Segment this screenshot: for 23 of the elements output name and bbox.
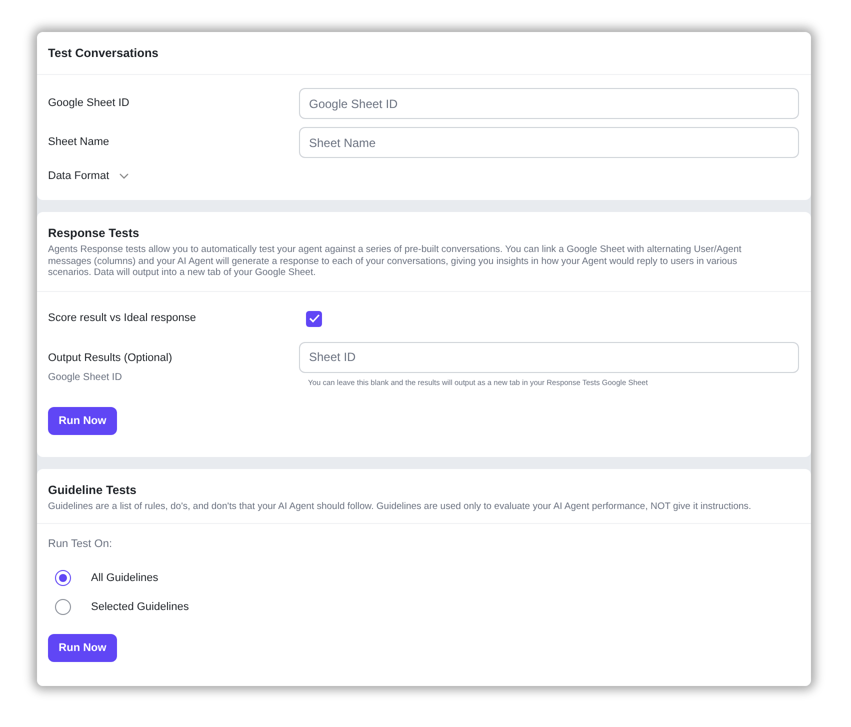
data-format-toggle[interactable]: Data Format: [48, 168, 130, 184]
section-description: Guidelines are a list of rules, do's, and don'ts that your AI Agent should follow. Guidelines are used only to evaluate your AI Agent performance, NOT give it instructions.: [48, 501, 752, 512]
section-title: Test Conversations: [37, 32, 811, 75]
field-label: Score result vs Ideal response: [48, 311, 197, 326]
field-label: Google Sheet ID: [48, 96, 130, 112]
run-now-button[interactable]: Run Now: [48, 406, 117, 435]
checkmark-icon: [308, 314, 320, 323]
field-label: Output Results (Optional): [48, 350, 174, 366]
radio-button[interactable]: [55, 598, 71, 615]
option-label: Selected Guidelines: [91, 600, 189, 614]
checkbox[interactable]: [306, 310, 322, 326]
input-field[interactable]: Sheet Name: [299, 127, 799, 158]
section-title: Response Tests: [48, 225, 140, 242]
field-label: Sheet Name: [48, 135, 110, 150]
input-field[interactable]: Google Sheet ID: [299, 88, 799, 119]
input-field[interactable]: Sheet ID: [299, 342, 799, 372]
option-label: All Guidelines: [91, 571, 158, 586]
section-title: Guideline Tests: [48, 482, 138, 499]
radio-button[interactable]: [55, 570, 71, 586]
run-now-button[interactable]: Run Now: [48, 634, 117, 662]
section-description: Agents Response tests allow you to automatically test your agent against a series of pre-built conversations. You can link a Google Sheet with alternating User/Agent messages (columns) and your AI Agent will generate a response to each of your conversations, giving you insights in how your Agent would reply to users in various scenarios. Data will output into a new tab of your Google Sheet.: [48, 244, 742, 278]
field-sublabel: Google Sheet ID: [48, 371, 123, 385]
group-label: Run Test On:: [47, 536, 113, 552]
